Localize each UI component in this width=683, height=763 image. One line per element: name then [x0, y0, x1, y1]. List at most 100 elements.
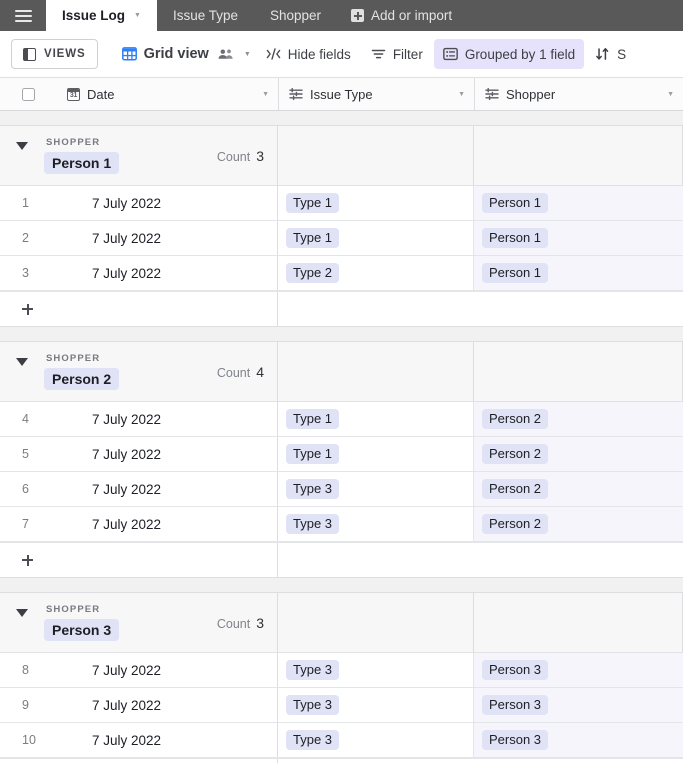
cell-shopper[interactable]: Person 1: [474, 186, 683, 220]
cell-issue-type[interactable]: Type 1: [278, 437, 474, 471]
cell-shopper[interactable]: Person 2: [474, 472, 683, 506]
field-header-date-chevron-icon[interactable]: ▼: [262, 91, 269, 98]
cell-shopper[interactable]: Person 1: [474, 256, 683, 290]
tab-issue-log[interactable]: Issue Log ▼: [46, 0, 157, 31]
add-row-button[interactable]: [0, 292, 278, 326]
add-row[interactable]: [0, 291, 683, 326]
group-collapse-toggle[interactable]: [0, 142, 44, 169]
issue-type-chip: Type 1: [286, 408, 340, 430]
triangle-down-icon: [16, 609, 28, 617]
filter-label: Filter: [392, 46, 423, 62]
shopper-chip: Person 3: [482, 694, 549, 716]
hide-fields-button[interactable]: Hide fields: [257, 39, 360, 69]
cell-shopper[interactable]: Person 1: [474, 221, 683, 255]
data-grid: 31 Date ▼ Issue Type ▼ Shopper ▼ SHOPPER…: [0, 78, 683, 763]
tab-issue-type[interactable]: Issue Type: [157, 0, 254, 31]
group-collapse-toggle[interactable]: [0, 609, 44, 636]
add-row[interactable]: [0, 758, 683, 763]
field-header-issue-type-chevron-icon[interactable]: ▼: [458, 91, 465, 98]
add-or-import-button[interactable]: Add or import: [337, 0, 466, 31]
group-collapse-toggle[interactable]: [0, 358, 44, 385]
field-header-date-label: Date: [87, 86, 115, 102]
group-icon: [442, 47, 458, 61]
cell-date[interactable]: 7 July 2022: [44, 653, 278, 687]
cell-shopper[interactable]: Person 3: [474, 723, 683, 757]
filter-button[interactable]: Filter: [362, 39, 432, 69]
cell-date[interactable]: 7 July 2022: [44, 472, 278, 506]
cell-issue-type[interactable]: Type 3: [278, 723, 474, 757]
cell-issue-type[interactable]: Type 1: [278, 402, 474, 436]
cell-date[interactable]: 7 July 2022: [44, 221, 278, 255]
cell-issue-type[interactable]: Type 3: [278, 472, 474, 506]
group-button[interactable]: Grouped by 1 field: [433, 39, 585, 69]
group-count-value: 3: [256, 147, 264, 164]
cell-shopper[interactable]: Person 2: [474, 402, 683, 436]
shopper-chip: Person 1: [482, 192, 549, 214]
cell-issue-type[interactable]: Type 1: [278, 221, 474, 255]
sort-label: S: [617, 46, 627, 62]
cell-date[interactable]: 7 July 2022: [44, 723, 278, 757]
cell-date[interactable]: 7 July 2022: [44, 507, 278, 541]
grid-view-chevron-icon[interactable]: ▼: [244, 51, 251, 58]
table-row[interactable]: 6 7 July 2022 Type 3 Person 2: [0, 472, 683, 507]
field-header-shopper[interactable]: Shopper ▼: [474, 78, 683, 110]
add-row-filler: [278, 292, 683, 326]
table-row[interactable]: 3 7 July 2022 Type 2 Person 1: [0, 256, 683, 291]
group-field-label: SHOPPER: [46, 137, 101, 148]
table-row[interactable]: 7 7 July 2022 Type 3 Person 2: [0, 507, 683, 542]
table-row[interactable]: 1 7 July 2022 Type 1 Person 1: [0, 186, 683, 221]
group-field-label: SHOPPER: [46, 604, 101, 615]
cell-shopper[interactable]: Person 3: [474, 653, 683, 687]
add-row-button[interactable]: [0, 759, 278, 763]
chevron-down-icon[interactable]: ▼: [134, 12, 141, 19]
cell-issue-type[interactable]: Type 1: [278, 186, 474, 220]
cell-issue-type[interactable]: Type 2: [278, 256, 474, 290]
cell-issue-type[interactable]: Type 3: [278, 653, 474, 687]
row-number: 3: [22, 266, 29, 280]
triangle-down-icon: [16, 358, 28, 366]
cell-date[interactable]: 7 July 2022: [44, 186, 278, 220]
table-row[interactable]: 8 7 July 2022 Type 3 Person 3: [0, 653, 683, 688]
field-header-date[interactable]: 31 Date ▼: [57, 78, 278, 110]
cell-shopper[interactable]: Person 2: [474, 507, 683, 541]
shopper-chip: Person 2: [482, 478, 549, 500]
views-button[interactable]: VIEWS: [11, 39, 98, 69]
table-row[interactable]: 10 7 July 2022 Type 3 Person 3: [0, 723, 683, 758]
table-row[interactable]: 5 7 July 2022 Type 1 Person 2: [0, 437, 683, 472]
cell-issue-type[interactable]: Type 3: [278, 507, 474, 541]
table-row[interactable]: 9 7 July 2022 Type 3 Person 3: [0, 688, 683, 723]
cell-date[interactable]: 7 July 2022: [44, 402, 278, 436]
cell-date[interactable]: 7 July 2022: [44, 688, 278, 722]
views-button-label: VIEWS: [44, 48, 86, 60]
triangle-down-icon: [16, 142, 28, 150]
cell-date[interactable]: 7 July 2022: [44, 256, 278, 290]
group-count[interactable]: Count 3: [217, 615, 264, 631]
group-header: SHOPPER Person 3 Count 3: [0, 593, 683, 653]
field-header-issue-type[interactable]: Issue Type ▼: [278, 78, 474, 110]
select-all-checkbox[interactable]: [22, 87, 35, 101]
cell-shopper[interactable]: Person 3: [474, 688, 683, 722]
cell-date[interactable]: 7 July 2022: [44, 437, 278, 471]
tab-shopper[interactable]: Shopper: [254, 0, 337, 31]
add-row-button[interactable]: [0, 543, 278, 577]
tab-bar: Issue Log ▼ Issue Type Shopper Add or im…: [0, 0, 683, 31]
select-all-cell: [0, 78, 57, 110]
hamburger-icon[interactable]: [0, 0, 46, 31]
group-count[interactable]: Count 3: [217, 148, 264, 164]
add-or-import-label: Add or import: [371, 8, 453, 23]
grid-view-selector[interactable]: Grid view ▼: [113, 39, 255, 69]
group-gutter: [0, 327, 683, 341]
group-count-label: Count: [216, 365, 251, 380]
group-header-text: SHOPPER Person 2: [44, 353, 120, 390]
sort-button[interactable]: S: [586, 39, 635, 69]
cell-issue-type[interactable]: Type 3: [278, 688, 474, 722]
cell-shopper[interactable]: Person 2: [474, 437, 683, 471]
add-row[interactable]: [0, 542, 683, 577]
table-row[interactable]: 4 7 July 2022 Type 1 Person 2: [0, 402, 683, 437]
group-count[interactable]: Count 4: [217, 364, 264, 380]
shopper-chip: Person 3: [482, 729, 549, 751]
field-header-shopper-chevron-icon[interactable]: ▼: [667, 91, 674, 98]
table-row[interactable]: 2 7 July 2022 Type 1 Person 1: [0, 221, 683, 256]
group-list: SHOPPER Person 1 Count 3 1 7 July 2022 Type 1 P…: [0, 111, 683, 763]
issue-type-chip: Type 3: [286, 478, 340, 500]
